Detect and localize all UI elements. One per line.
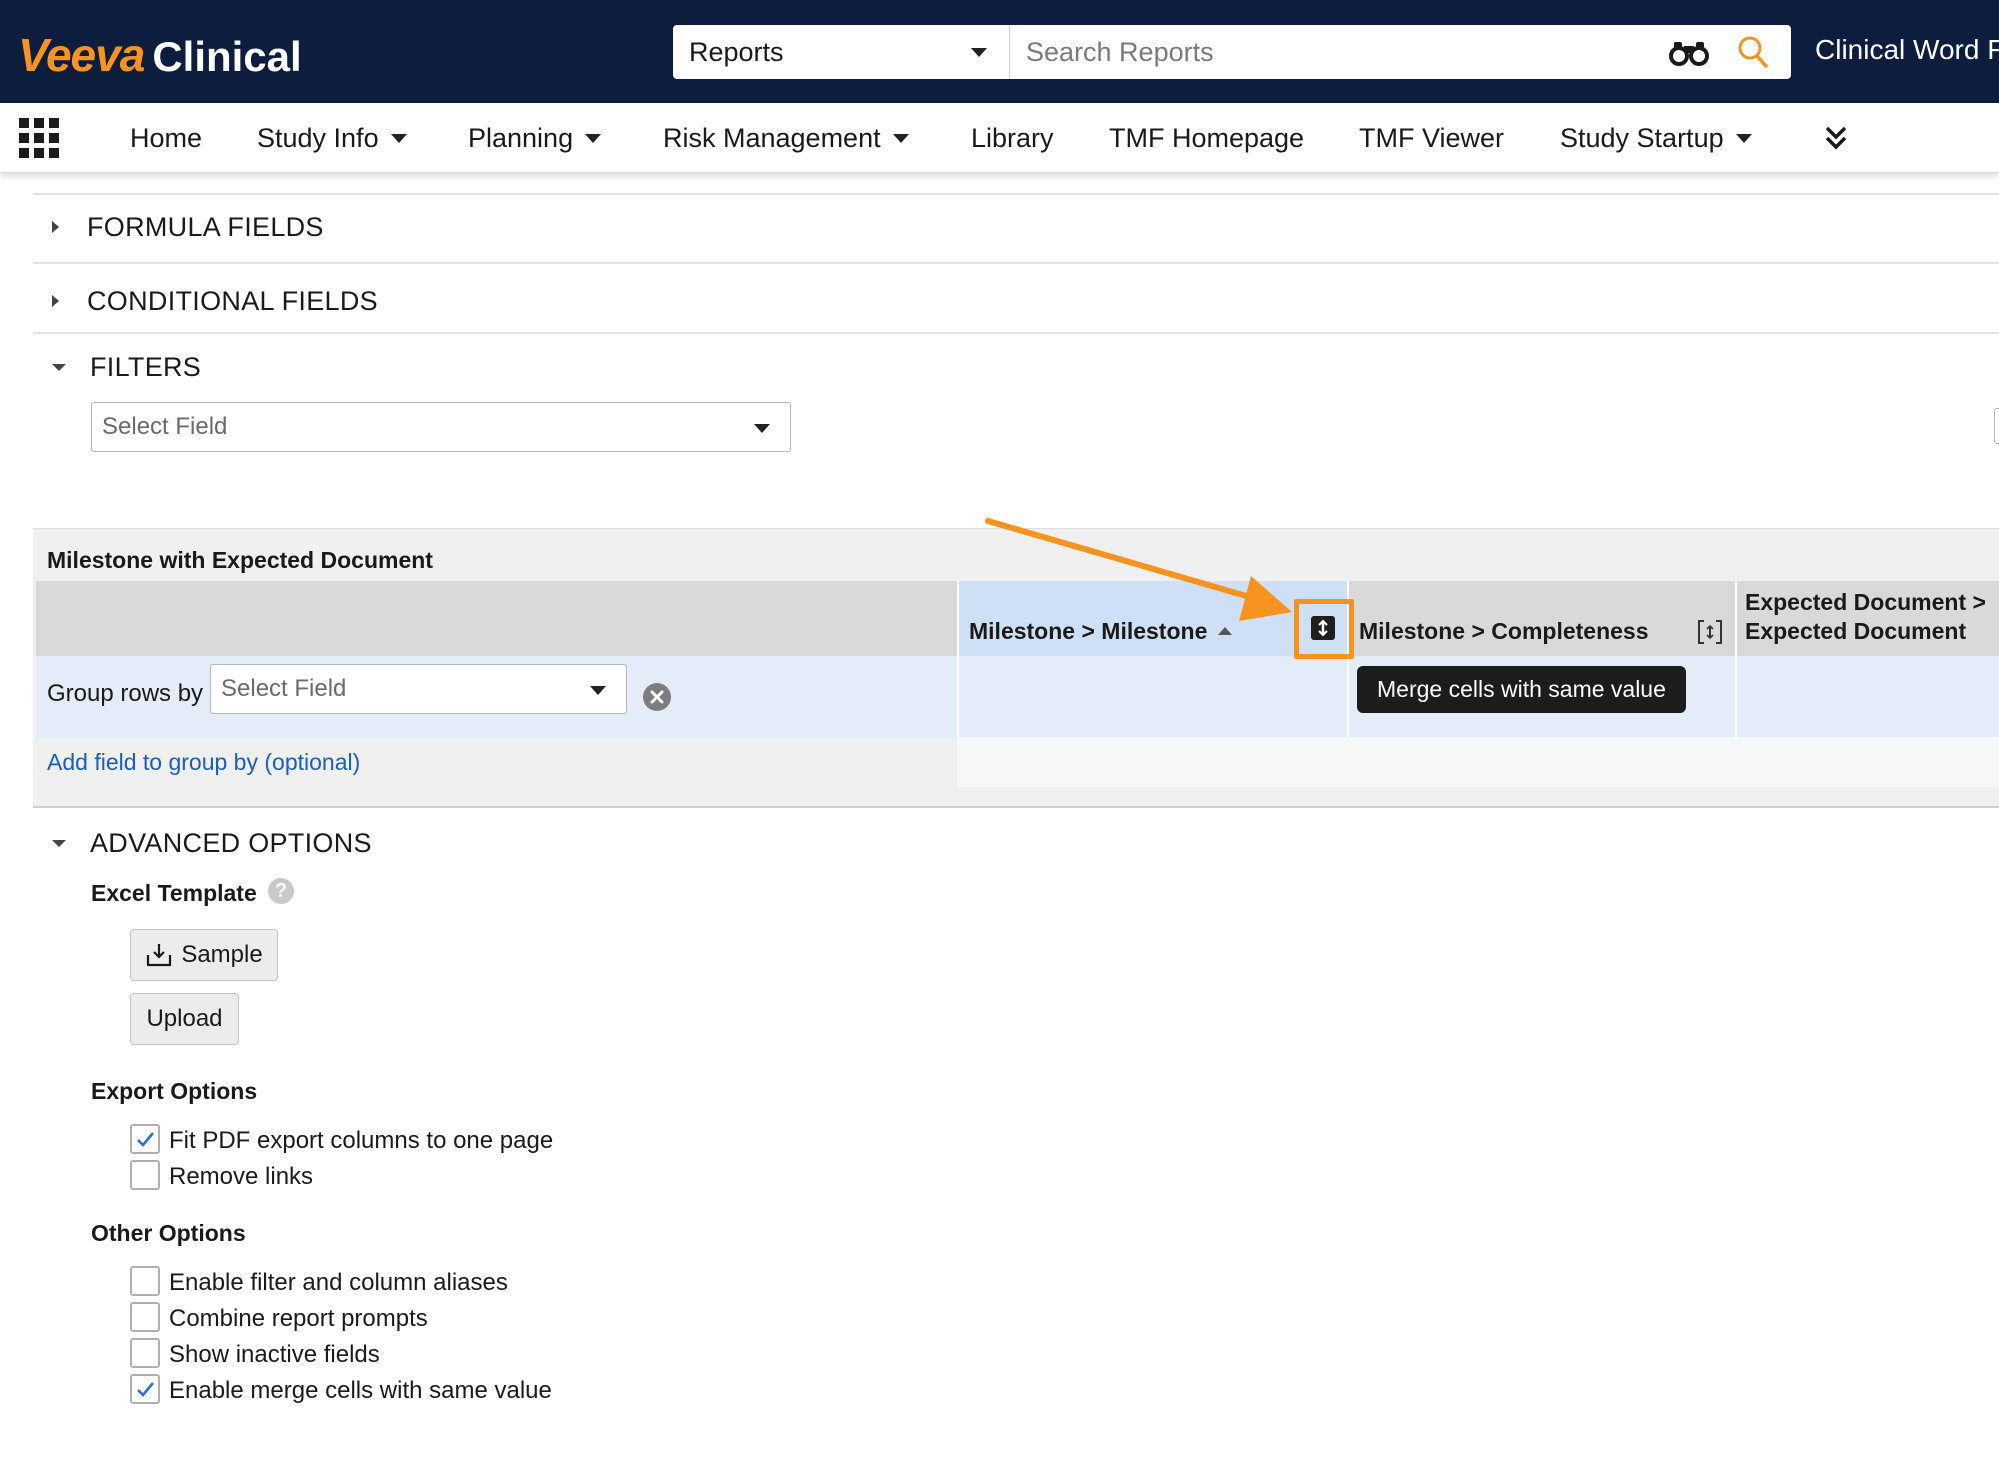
group-cell [1735, 656, 1999, 737]
nav-item-label: Planning [468, 122, 574, 153]
checkbox-label: Remove links [169, 1163, 314, 1190]
nav-item-tmf-homepage[interactable]: TMF Homepage [1109, 103, 1304, 173]
nav-item-label: Risk Management [663, 122, 881, 153]
report-title: Milestone with Expected Document [47, 547, 433, 573]
checkbox-enable-aliases[interactable] [130, 1266, 160, 1296]
nav-item-label: Study Info [257, 122, 379, 153]
export-options-label: Export Options [91, 1078, 258, 1104]
sort-ascending-icon[interactable] [1218, 627, 1232, 635]
nav-item-home[interactable]: Home [130, 103, 202, 173]
offscreen-control[interactable] [1994, 408, 1999, 444]
section-title: FILTERS [90, 351, 202, 382]
clear-group-icon[interactable] [643, 683, 671, 711]
section-formula-fields[interactable]: FORMULA FIELDS [52, 207, 324, 247]
column-label-line2: Expected Document [1745, 618, 1967, 644]
checkbox-label: Fit PDF export columns to one page [169, 1127, 554, 1154]
column-label: Milestone > Completeness [1359, 618, 1649, 644]
section-title: CONDITIONAL FIELDS [87, 285, 378, 316]
nav-item-label: Study Startup [1560, 122, 1724, 153]
caret-down-icon [754, 424, 770, 433]
top-bar: Veeva Clinical Reports Clinical Word F [0, 0, 1999, 103]
nav-item-label: TMF Viewer [1359, 122, 1505, 153]
download-sample-button[interactable]: Sample [130, 929, 278, 981]
global-search: Reports [673, 25, 1791, 79]
unmerged-cells-icon[interactable] [1697, 619, 1723, 645]
checkbox-label: Show inactive fields [169, 1341, 380, 1368]
column-header-milestone[interactable]: Milestone > Milestone [957, 581, 1347, 656]
caret-down-icon [585, 133, 602, 143]
caret-down-icon [1735, 133, 1752, 143]
nav-item-label: Home [130, 122, 203, 153]
search-scope-value: Reports [689, 36, 784, 67]
download-icon [147, 944, 172, 967]
group-cell [957, 656, 1347, 737]
group-by-field-select[interactable]: Select Field [210, 664, 627, 714]
add-group-by-link[interactable]: Add field to group by (optional) [47, 749, 360, 776]
caret-down-icon [590, 686, 606, 695]
group-rows-label: Group rows by [47, 680, 204, 707]
empty-data-row [957, 737, 1999, 787]
divider [33, 332, 1999, 334]
search-scope-dropdown[interactable]: Reports [673, 25, 1010, 79]
nav-item-study-info[interactable]: Study Info [257, 103, 407, 173]
divider [33, 193, 1999, 195]
double-chevron-down-icon[interactable] [1822, 123, 1850, 153]
nav-item-planning[interactable]: Planning [468, 103, 602, 173]
column-label-line1: Expected Document > [1745, 589, 1986, 615]
nav-item-risk-management[interactable]: Risk Management [663, 103, 909, 173]
veeva-clinical-logo[interactable]: Veeva Clinical [18, 28, 302, 81]
main-nav: Home Study Info Planning Risk Management… [0, 103, 1999, 173]
expand-arrow-icon [52, 295, 59, 307]
checkbox-remove-links[interactable] [130, 1160, 160, 1190]
button-label: Upload [146, 1005, 223, 1032]
other-options-label: Other Options [91, 1220, 246, 1246]
merge-cells-tooltip: Merge cells with same value [1357, 666, 1686, 713]
collapse-arrow-icon [52, 363, 66, 371]
help-icon[interactable]: ? [268, 878, 294, 904]
section-filters[interactable]: FILTERS [52, 347, 201, 387]
nav-item-library[interactable]: Library [971, 103, 1054, 173]
report-layout-panel: Milestone with Expected Document Milesto… [33, 528, 1999, 808]
checkbox-label: Enable filter and column aliases [169, 1269, 508, 1296]
filter-field-select[interactable]: Select Field [91, 402, 791, 452]
column-header-expected-document[interactable]: Expected Document > Expected Document [1735, 581, 1999, 656]
upload-button[interactable]: Upload [130, 993, 239, 1045]
checkbox-enable-merge-cells[interactable] [130, 1374, 160, 1404]
divider [33, 262, 1999, 264]
excel-template-label: Excel Template [91, 880, 257, 906]
nav-item-study-startup[interactable]: Study Startup [1560, 103, 1752, 173]
caret-down-icon [892, 133, 909, 143]
nav-item-label: TMF Homepage [1109, 122, 1305, 153]
group-rows-row: Group rows by Select Field [36, 656, 957, 737]
caret-down-icon [971, 48, 987, 57]
binoculars-icon[interactable] [1669, 39, 1709, 67]
expand-arrow-icon [52, 221, 59, 233]
collapse-arrow-icon [52, 839, 66, 847]
column-label: Milestone > Milestone [969, 618, 1208, 644]
caret-down-icon [390, 133, 407, 143]
search-icon[interactable] [1737, 35, 1769, 69]
app-name[interactable]: Clinical Word F [1815, 34, 1999, 66]
app-grid-icon[interactable] [19, 118, 59, 158]
checkbox-label: Enable merge cells with same value [169, 1377, 552, 1404]
section-conditional-fields[interactable]: CONDITIONAL FIELDS [52, 281, 378, 321]
select-placeholder: Select Field [102, 413, 228, 440]
button-label: Sample [181, 941, 263, 968]
section-title: ADVANCED OPTIONS [90, 827, 372, 858]
select-placeholder: Select Field [221, 675, 347, 702]
checkbox-combine-prompts[interactable] [130, 1302, 160, 1332]
section-title: FORMULA FIELDS [87, 211, 324, 242]
logo-product: Clinical [152, 33, 302, 80]
row-header-area [36, 581, 957, 656]
nav-item-tmf-viewer[interactable]: TMF Viewer [1359, 103, 1504, 173]
checkbox-label: Combine report prompts [169, 1305, 428, 1332]
nav-item-label: Library [971, 122, 1054, 153]
checkbox-fit-pdf[interactable] [130, 1124, 160, 1154]
merge-cells-icon[interactable] [1311, 616, 1335, 640]
section-advanced-options[interactable]: ADVANCED OPTIONS [52, 823, 372, 863]
column-header-completeness[interactable]: Milestone > Completeness [1347, 581, 1735, 656]
checkbox-show-inactive[interactable] [130, 1338, 160, 1368]
logo-word: Veeva [18, 29, 145, 81]
